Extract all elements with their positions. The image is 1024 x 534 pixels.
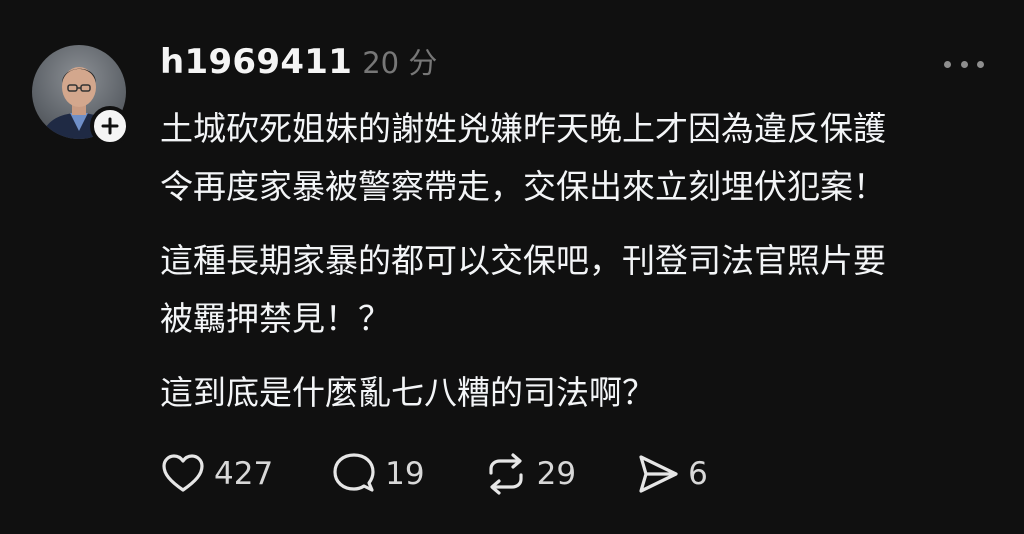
- username[interactable]: h1969411: [160, 42, 352, 82]
- repost-button[interactable]: 29: [483, 451, 576, 497]
- share-count: 6: [688, 456, 708, 492]
- repost-icon: [489, 453, 523, 495]
- post-content: 土城砍死姐妹的謝姓兇嫌昨天晚上才因為違反保護 令再度家暴被警察帶走，交保出來立刻…: [160, 100, 1000, 438]
- action-bar: 427 19 29 6: [160, 446, 708, 502]
- post-paragraph: 土城砍死姐妹的謝姓兇嫌昨天晚上才因為違反保護 令再度家暴被警察帶走，交保出來立刻…: [160, 109, 886, 206]
- comment-icon: [333, 453, 375, 492]
- more-icon-dot: [977, 60, 984, 68]
- comment-button[interactable]: 19: [331, 451, 425, 497]
- more-icon-dot: [944, 60, 951, 68]
- post-paragraph: 這種長期家暴的都可以交保吧，刊登司法官照片要 被羈押禁見！？: [160, 241, 886, 338]
- more-options-button[interactable]: [944, 54, 984, 74]
- share-button[interactable]: 6: [634, 451, 708, 497]
- more-icon-dot: [960, 60, 968, 68]
- threads-post: h1969411 20 分 土城砍死姐妹的謝姓兇嫌昨天晚上才因為違反保護 令再度…: [0, 0, 1024, 534]
- like-count: 427: [214, 456, 274, 492]
- heart-icon: [162, 454, 204, 492]
- post-header: h1969411 20 分: [160, 40, 437, 90]
- like-button[interactable]: 427: [160, 451, 273, 497]
- comment-count: 19: [385, 456, 425, 492]
- post-time: 20 分: [362, 46, 438, 80]
- plus-icon: [101, 117, 119, 135]
- repost-count: 29: [536, 456, 577, 492]
- post-paragraph: 這到底是什麼亂七八糟的司法啊？: [160, 373, 655, 412]
- follow-plus-button[interactable]: [90, 106, 130, 146]
- send-icon: [639, 455, 678, 493]
